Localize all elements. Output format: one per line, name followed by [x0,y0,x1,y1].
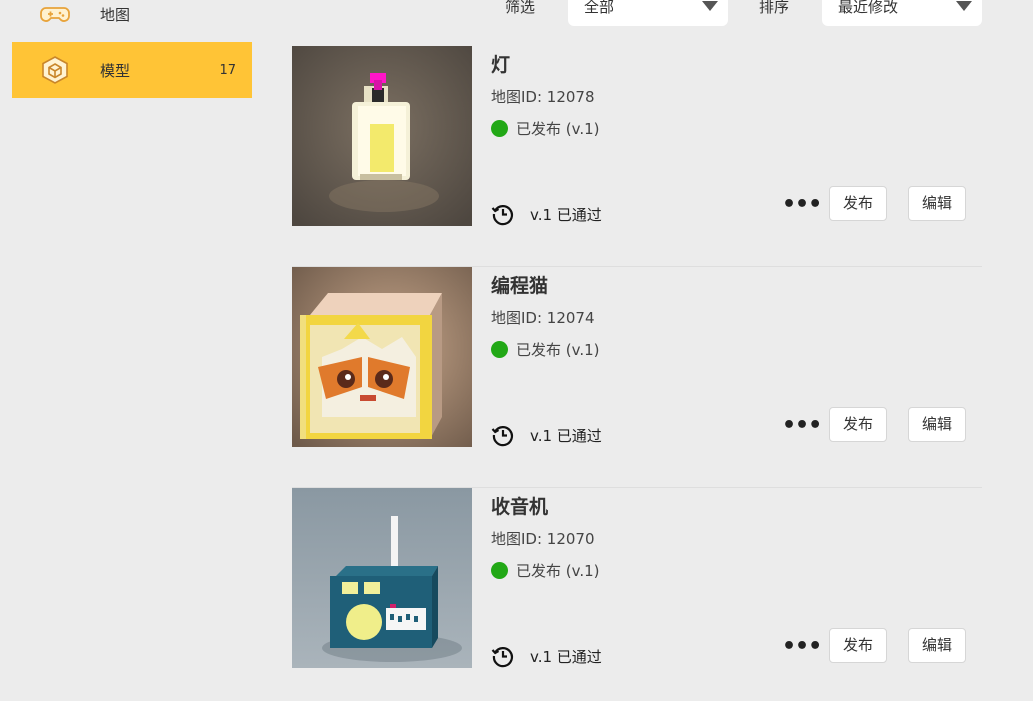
sort-dropdown[interactable]: 最近修改 [822,0,982,26]
lamp-thumbnail[interactable] [292,46,472,226]
sidebar-item-model[interactable]: 模型 17 [12,42,252,98]
cube-icon [42,56,68,84]
more-options-icon[interactable]: ••• [782,634,822,659]
edit-button[interactable]: 编辑 [908,628,966,663]
more-options-icon[interactable]: ••• [782,413,822,438]
card-map-id: 地图ID: 12078 [491,88,595,106]
history-icon [491,205,514,226]
sidebar-item-map[interactable]: 地图 [12,0,252,42]
gamepad-icon [40,7,70,22]
publish-button[interactable]: 发布 [829,628,887,663]
review-status: v.1 已通过 [491,202,602,226]
card-title: 收音机 [491,496,549,518]
review-text: v.1 已通过 [530,205,602,224]
filter-dropdown[interactable]: 全部 [568,0,728,26]
sidebar-item-count: 17 [219,62,236,78]
status-badge: 已发布 (v.1) [491,339,600,360]
status-dot-icon [491,120,508,137]
model-card: 收音机 地图ID: 12070 已发布 (v.1) v.1 已通过 ••• 发布… [292,488,982,701]
filter-value: 全部 [584,0,615,16]
radio-thumbnail[interactable] [292,488,472,668]
sidebar-item-label: 地图 [100,5,131,24]
filter-label: 筛选 [505,0,536,16]
review-text: v.1 已通过 [530,647,602,666]
more-options-icon[interactable]: ••• [782,192,822,217]
model-card: 灯 地图ID: 12078 已发布 (v.1) v.1 已通过 ••• 发布 编… [292,46,982,267]
publish-button[interactable]: 发布 [829,186,887,221]
status-dot-icon [491,562,508,579]
review-status: v.1 已通过 [491,644,602,668]
status-text: 已发布 (v.1) [516,341,600,359]
caret-down-icon [702,1,718,11]
status-badge: 已发布 (v.1) [491,560,600,581]
card-title: 编程猫 [491,275,549,297]
model-card: 编程猫 地图ID: 12074 已发布 (v.1) v.1 已通过 ••• 发布… [292,267,982,488]
sort-value: 最近修改 [838,0,899,16]
card-map-id: 地图ID: 12074 [491,309,595,327]
cat-box-thumbnail[interactable] [292,267,472,447]
edit-button[interactable]: 编辑 [908,186,966,221]
card-title: 灯 [491,54,511,76]
review-status: v.1 已通过 [491,423,602,447]
review-text: v.1 已通过 [530,426,602,445]
card-map-id: 地图ID: 12070 [491,530,595,548]
sort-label: 排序 [759,0,790,16]
publish-button[interactable]: 发布 [829,407,887,442]
history-icon [491,647,514,668]
status-text: 已发布 (v.1) [516,562,600,580]
caret-down-icon [956,1,972,11]
status-dot-icon [491,341,508,358]
status-text: 已发布 (v.1) [516,120,600,138]
edit-button[interactable]: 编辑 [908,407,966,442]
status-badge: 已发布 (v.1) [491,118,600,139]
sidebar-item-label: 模型 [100,61,131,80]
history-icon [491,426,514,447]
